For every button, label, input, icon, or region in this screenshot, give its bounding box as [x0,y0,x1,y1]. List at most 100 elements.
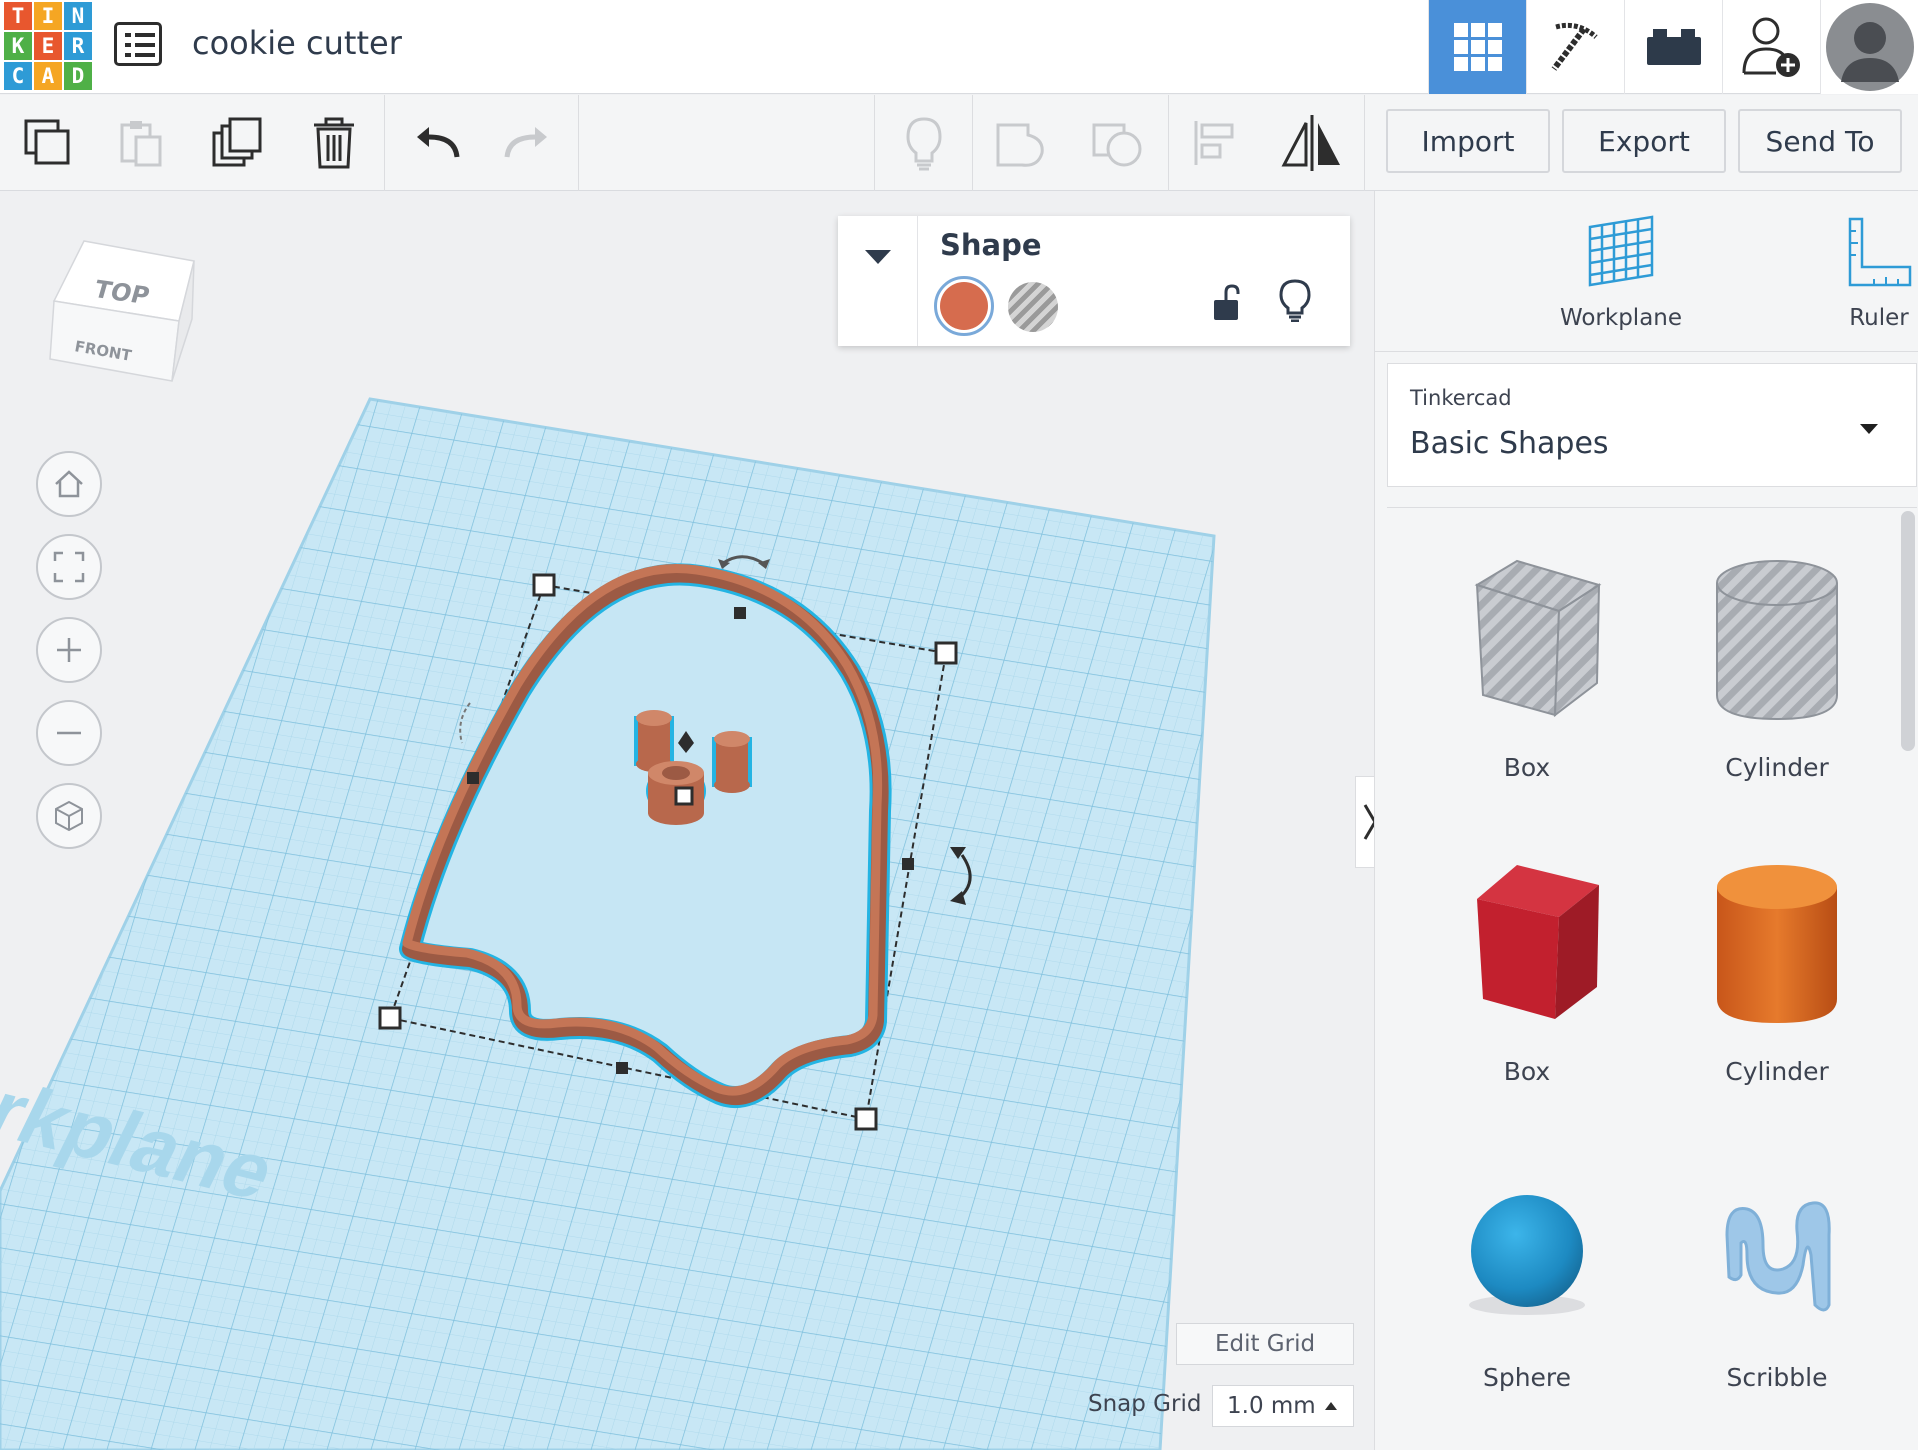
hole-button[interactable] [1008,282,1058,332]
box-hole-icon [1474,559,1602,718]
shape-label: Cylinder [1725,1057,1829,1086]
visibility-button[interactable] [1278,278,1312,326]
shape-box[interactable]: Box [1407,847,1647,1137]
logo-letter: C [4,62,32,90]
logo-letter: K [4,32,32,60]
add-user-icon [1742,17,1800,77]
pickaxe-icon [1551,22,1598,71]
top-bar: TIN KER CAD cookie cutter [0,0,1918,94]
logo-letter: R [64,32,92,60]
shape-scribble[interactable]: Scribble [1657,1153,1897,1443]
group-button[interactable] [982,103,1062,183]
ruler-tool[interactable]: Ruler [1779,215,1918,335]
show-all-button[interactable] [884,103,964,183]
fit-view-button[interactable] [36,534,102,600]
plus-icon [57,638,81,662]
nav-bricks-button[interactable] [1624,0,1722,94]
shape-cylinder[interactable]: Cylinder [1657,847,1897,1137]
duplicate-button[interactable] [198,103,278,183]
shape-sphere[interactable]: Sphere [1407,1153,1647,1443]
minus-icon [57,731,81,735]
shape-cylinder-hole[interactable]: Cylinder [1657,543,1897,833]
document-title[interactable]: cookie cutter [192,24,402,62]
perspective-toggle-button[interactable] [36,783,102,849]
duplicate-icon [212,117,262,167]
shape-label: Cylinder [1725,753,1829,782]
zoom-out-button[interactable] [36,700,102,766]
group-icon [996,123,1044,167]
undo-button[interactable] [396,103,476,183]
cylinder-hole-icon [1716,560,1838,721]
unlock-icon [1214,284,1240,320]
workplane-canvas[interactable]: Workplane TOP FRONT Shape Edit Grid Snap… [0,191,1374,1450]
redo-button[interactable] [488,103,568,183]
undo-icon [417,127,460,158]
mirror-button[interactable] [1272,103,1352,183]
export-button[interactable]: Export [1562,109,1726,173]
snap-grid-select[interactable]: 1.0 mm [1212,1385,1354,1427]
solid-color-swatch [940,282,988,330]
sphere-icon [1469,1195,1585,1315]
shape-library-select[interactable]: Tinkercad Basic Shapes [1387,363,1917,487]
user-avatar[interactable] [1820,0,1918,94]
mirror-icon [1281,115,1340,171]
ungroup-icon [1092,123,1142,167]
edit-grid-button[interactable]: Edit Grid [1176,1323,1354,1365]
invite-user-button[interactable] [1722,0,1820,94]
brick-icon [1646,29,1701,65]
logo-letter: D [64,62,92,90]
nav-blocks-button[interactable] [1526,0,1624,94]
cylinder-icon [1717,865,1837,1023]
shape-box-hole[interactable]: Box [1407,543,1647,833]
logo-letter: I [34,2,62,30]
home-view-button[interactable] [36,451,102,517]
snap-grid-label: Snap Grid [1088,1391,1202,1417]
ungroup-button[interactable] [1078,103,1158,183]
caret-down-icon [1860,424,1878,434]
inspector-title: Shape [940,228,1042,262]
shape-inspector: Shape [838,216,1350,346]
paste-button[interactable] [102,103,182,183]
grid-view-icon [1453,23,1502,71]
home-icon [55,470,83,498]
delete-button[interactable] [294,103,374,183]
show-all-icon [906,117,942,171]
workplane-icon [1588,215,1654,287]
zoom-in-button[interactable] [36,617,102,683]
fit-view-icon [53,551,85,583]
logo-letter: T [4,2,32,30]
copy-button[interactable] [8,103,88,183]
logo-letter: N [64,2,92,30]
snap-grid-value: 1.0 mm [1227,1393,1316,1419]
align-icon [1194,121,1234,165]
library-provider: Tinkercad [1410,386,1512,410]
caret-up-icon [1325,1402,1337,1410]
shape-label: Box [1503,753,1551,782]
delete-icon [314,117,354,169]
workplane-tool[interactable]: Workplane [1521,215,1721,335]
nav-3d-design-button[interactable] [1428,0,1526,94]
import-button[interactable]: Import [1386,109,1550,173]
toolbar: Import Export Send To [0,95,1918,191]
lightbulb-icon [1279,279,1311,323]
library-name: Basic Shapes [1410,426,1609,461]
workplane-scene[interactable]: Workplane [0,191,1374,1450]
solid-color-button[interactable] [934,276,994,336]
scribble-icon [1725,1201,1831,1312]
copy-icon [24,119,70,165]
inspector-collapse-button[interactable] [838,216,918,346]
box-icon [1477,865,1599,1019]
send-to-button[interactable]: Send To [1738,109,1902,173]
design-list-button[interactable] [114,22,162,66]
shapes-scrollbar[interactable] [1901,511,1915,751]
lock-button[interactable] [1212,282,1242,326]
tinkercad-logo[interactable]: TIN KER CAD [4,2,92,90]
ghost-eye-right[interactable] [712,731,752,793]
align-button[interactable] [1176,103,1256,183]
logo-letter: E [34,32,62,60]
view-cube[interactable]: TOP FRONT [44,231,204,391]
shape-label: Sphere [1482,1363,1572,1392]
cube-perspective-icon [55,800,83,832]
logo-letter: A [34,62,62,90]
user-avatar-icon [1825,3,1914,91]
